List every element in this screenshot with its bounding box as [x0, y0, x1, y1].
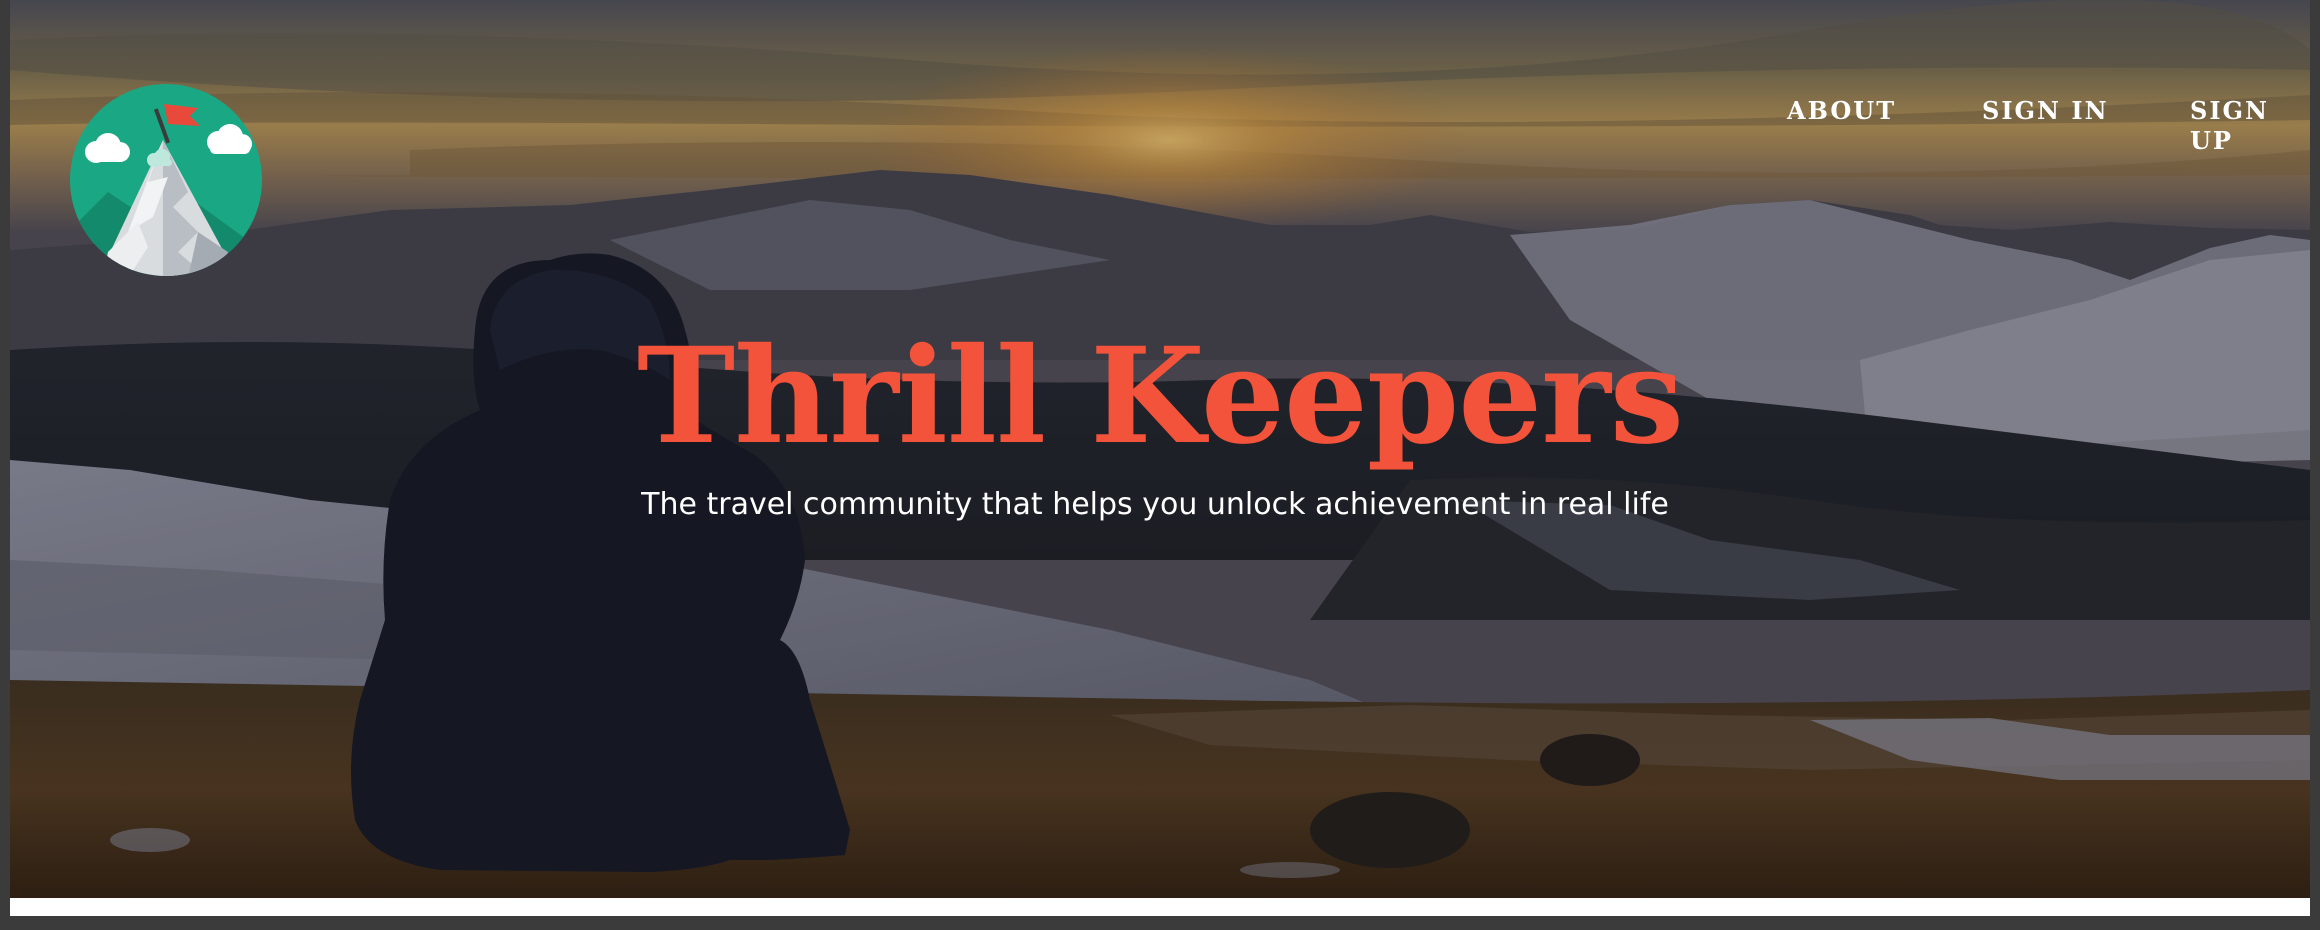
mountain-flag-logo-icon[interactable]	[68, 82, 264, 278]
nav-sign-up-link[interactable]: SIGN UP	[2190, 96, 2310, 156]
hero-subtitle: The travel community that helps you unlo…	[641, 487, 1669, 522]
nav-sign-in-link[interactable]: SIGN IN	[1982, 96, 2109, 126]
nav-about-link[interactable]: ABOUT	[1787, 96, 1896, 126]
hero-section: ABOUT SIGN IN SIGN UP Thrill Keepers The…	[10, 0, 2310, 898]
hero-title: Thrill Keepers	[636, 319, 1684, 475]
content-section-top-edge	[10, 898, 2310, 916]
